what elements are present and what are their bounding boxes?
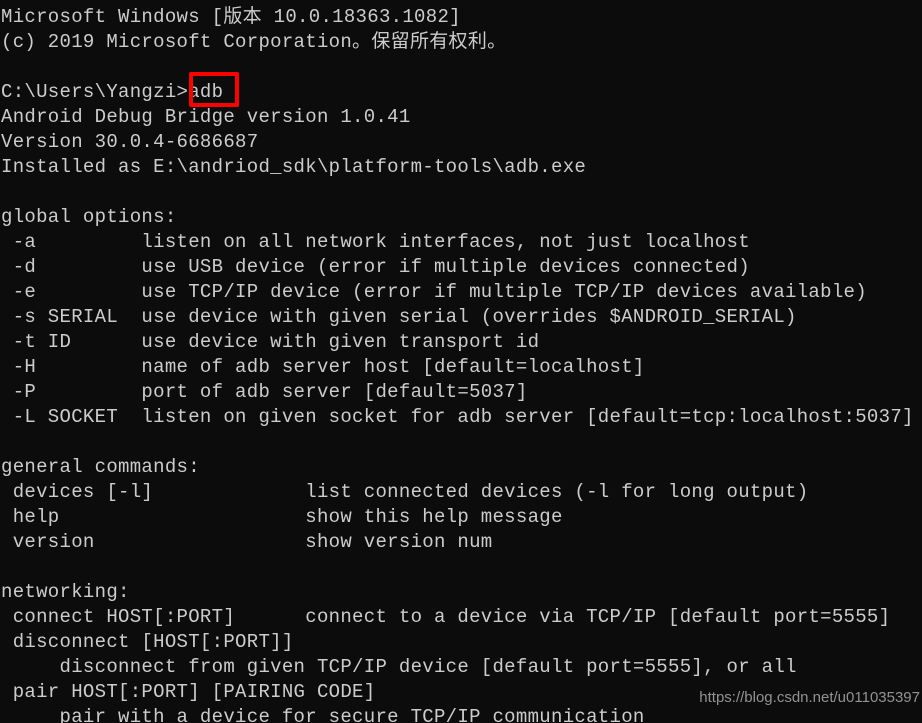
- console-line: pair with a device for secure TCP/IP com…: [1, 706, 645, 723]
- console-line: -a listen on all network interfaces, not…: [1, 231, 750, 253]
- console-line: disconnect from given TCP/IP device [def…: [1, 656, 797, 678]
- console-line: Microsoft Windows [版本 10.0.18363.1082]: [1, 6, 461, 28]
- console-line: -d use USB device (error if multiple dev…: [1, 256, 750, 278]
- blog-watermark: https://blog.csdn.net/u011035397: [699, 689, 920, 706]
- console-line: Installed as E:\andriod_sdk\platform-too…: [1, 156, 587, 178]
- console-line: (c) 2019 Microsoft Corporation。保留所有权利。: [1, 31, 507, 53]
- console-line: connect HOST[:PORT] connect to a device …: [1, 606, 891, 628]
- console-line: help show this help message: [1, 506, 563, 528]
- console-line: -P port of adb server [default=5037]: [1, 381, 528, 403]
- console-line: Android Debug Bridge version 1.0.41: [1, 106, 411, 128]
- console-line: global options:: [1, 206, 177, 228]
- console-line: version show version num: [1, 531, 493, 553]
- console-line: -e use TCP/IP device (error if multiple …: [1, 281, 867, 303]
- console-line: general commands:: [1, 456, 200, 478]
- console-line: -t ID use device with given transport id: [1, 331, 540, 353]
- console-line: devices [-l] list connected devices (-l …: [1, 481, 809, 503]
- console-line: networking:: [1, 581, 130, 603]
- console-line: -s SERIAL use device with given serial (…: [1, 306, 797, 328]
- console-line: C:\Users\Yangzi>adb: [1, 81, 224, 103]
- console-line: -H name of adb server host [default=loca…: [1, 356, 645, 378]
- console-line: Version 30.0.4-6686687: [1, 131, 259, 153]
- console-line: -L SOCKET listen on given socket for adb…: [1, 406, 914, 428]
- console-line: disconnect [HOST[:PORT]]: [1, 631, 294, 653]
- command-prompt-window[interactable]: Microsoft Windows [版本 10.0.18363.1082] (c…: [0, 0, 922, 723]
- console-output-buffer: Microsoft Windows [版本 10.0.18363.1082] (c…: [0, 5, 922, 723]
